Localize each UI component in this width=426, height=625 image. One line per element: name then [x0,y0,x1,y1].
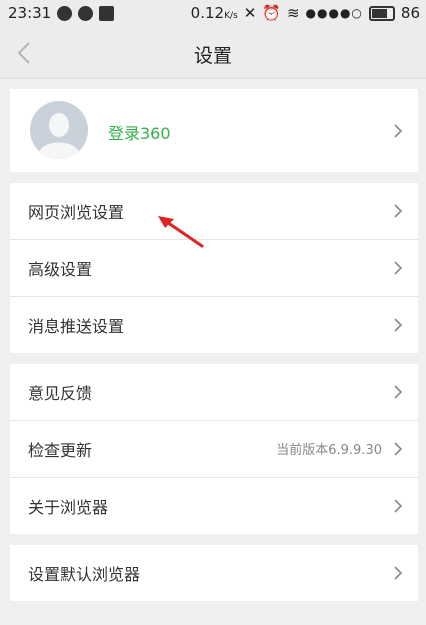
menu-item-label: 网页浏览设置 [28,203,125,222]
chevron-right-icon [394,442,403,456]
menu-item-feedback[interactable]: 意见反馈 [10,364,418,421]
chevron-right-icon [394,318,403,332]
title-bar: 设置 [0,28,426,79]
chevron-right-icon [394,499,403,513]
mute-icon: ✕ [243,4,257,22]
image-icon [99,5,115,21]
menu-item-label: 意见反馈 [28,384,93,403]
menu-item-label: 消息推送设置 [28,317,125,336]
page-title: 设置 [193,45,232,67]
menu-item-label: 检查更新 [28,441,93,460]
notification-icon [78,5,94,21]
chevron-right-icon [394,261,403,275]
wifi-icon: ≋ [286,4,300,22]
chevron-right-icon [394,124,403,138]
menu-item-advanced-settings[interactable]: 高级设置 [10,240,418,297]
menu-item-label: 高级设置 [28,260,93,279]
status-time: 23:31 [8,4,52,22]
menu-item-label: 关于浏览器 [28,498,109,517]
menu-item-label: 设置默认浏览器 [28,565,141,584]
settings-group-browse: 网页浏览设置 高级设置 消息推送设置 [10,183,418,353]
annotation-arrow-icon [158,216,204,248]
version-text: 当前版本6.9.9.30 [276,443,382,458]
menu-item-push-settings[interactable]: 消息推送设置 [10,297,418,353]
status-right: 0.12K/s ✕ ⏰ ≋ ●●●●○ 86 [191,4,420,22]
settings-group-about: 意见反馈 检查更新 当前版本6.9.9.30 关于浏览器 [10,364,418,534]
notification-icon [57,5,73,21]
alarm-icon: ⏰ [262,4,281,22]
menu-item-set-default-browser[interactable]: 设置默认浏览器 [10,545,418,601]
user-icon [30,101,88,159]
chevron-right-icon [394,385,403,399]
settings-group-default: 设置默认浏览器 [10,545,418,601]
profile-card: 登录360 [10,89,418,172]
status-bar: 23:31 0.12K/s ✕ ⏰ ≋ ●●●●○ 86 [0,0,426,28]
chevron-right-icon [394,204,403,218]
chevron-right-icon [394,566,403,580]
status-left: 23:31 [8,4,115,22]
battery-level: 86 [400,4,420,22]
signal-icon: ●●●●○ [305,6,363,20]
menu-item-web-browsing-settings[interactable]: 网页浏览设置 [10,183,418,240]
login-row[interactable]: 登录360 [10,89,418,172]
network-speed: 0.12K/s [190,4,238,22]
menu-item-about-browser[interactable]: 关于浏览器 [10,478,418,534]
avatar [30,101,88,159]
login-label: 登录360 [108,124,171,143]
battery-icon [368,5,395,21]
menu-item-check-update[interactable]: 检查更新 当前版本6.9.9.30 [10,421,418,478]
